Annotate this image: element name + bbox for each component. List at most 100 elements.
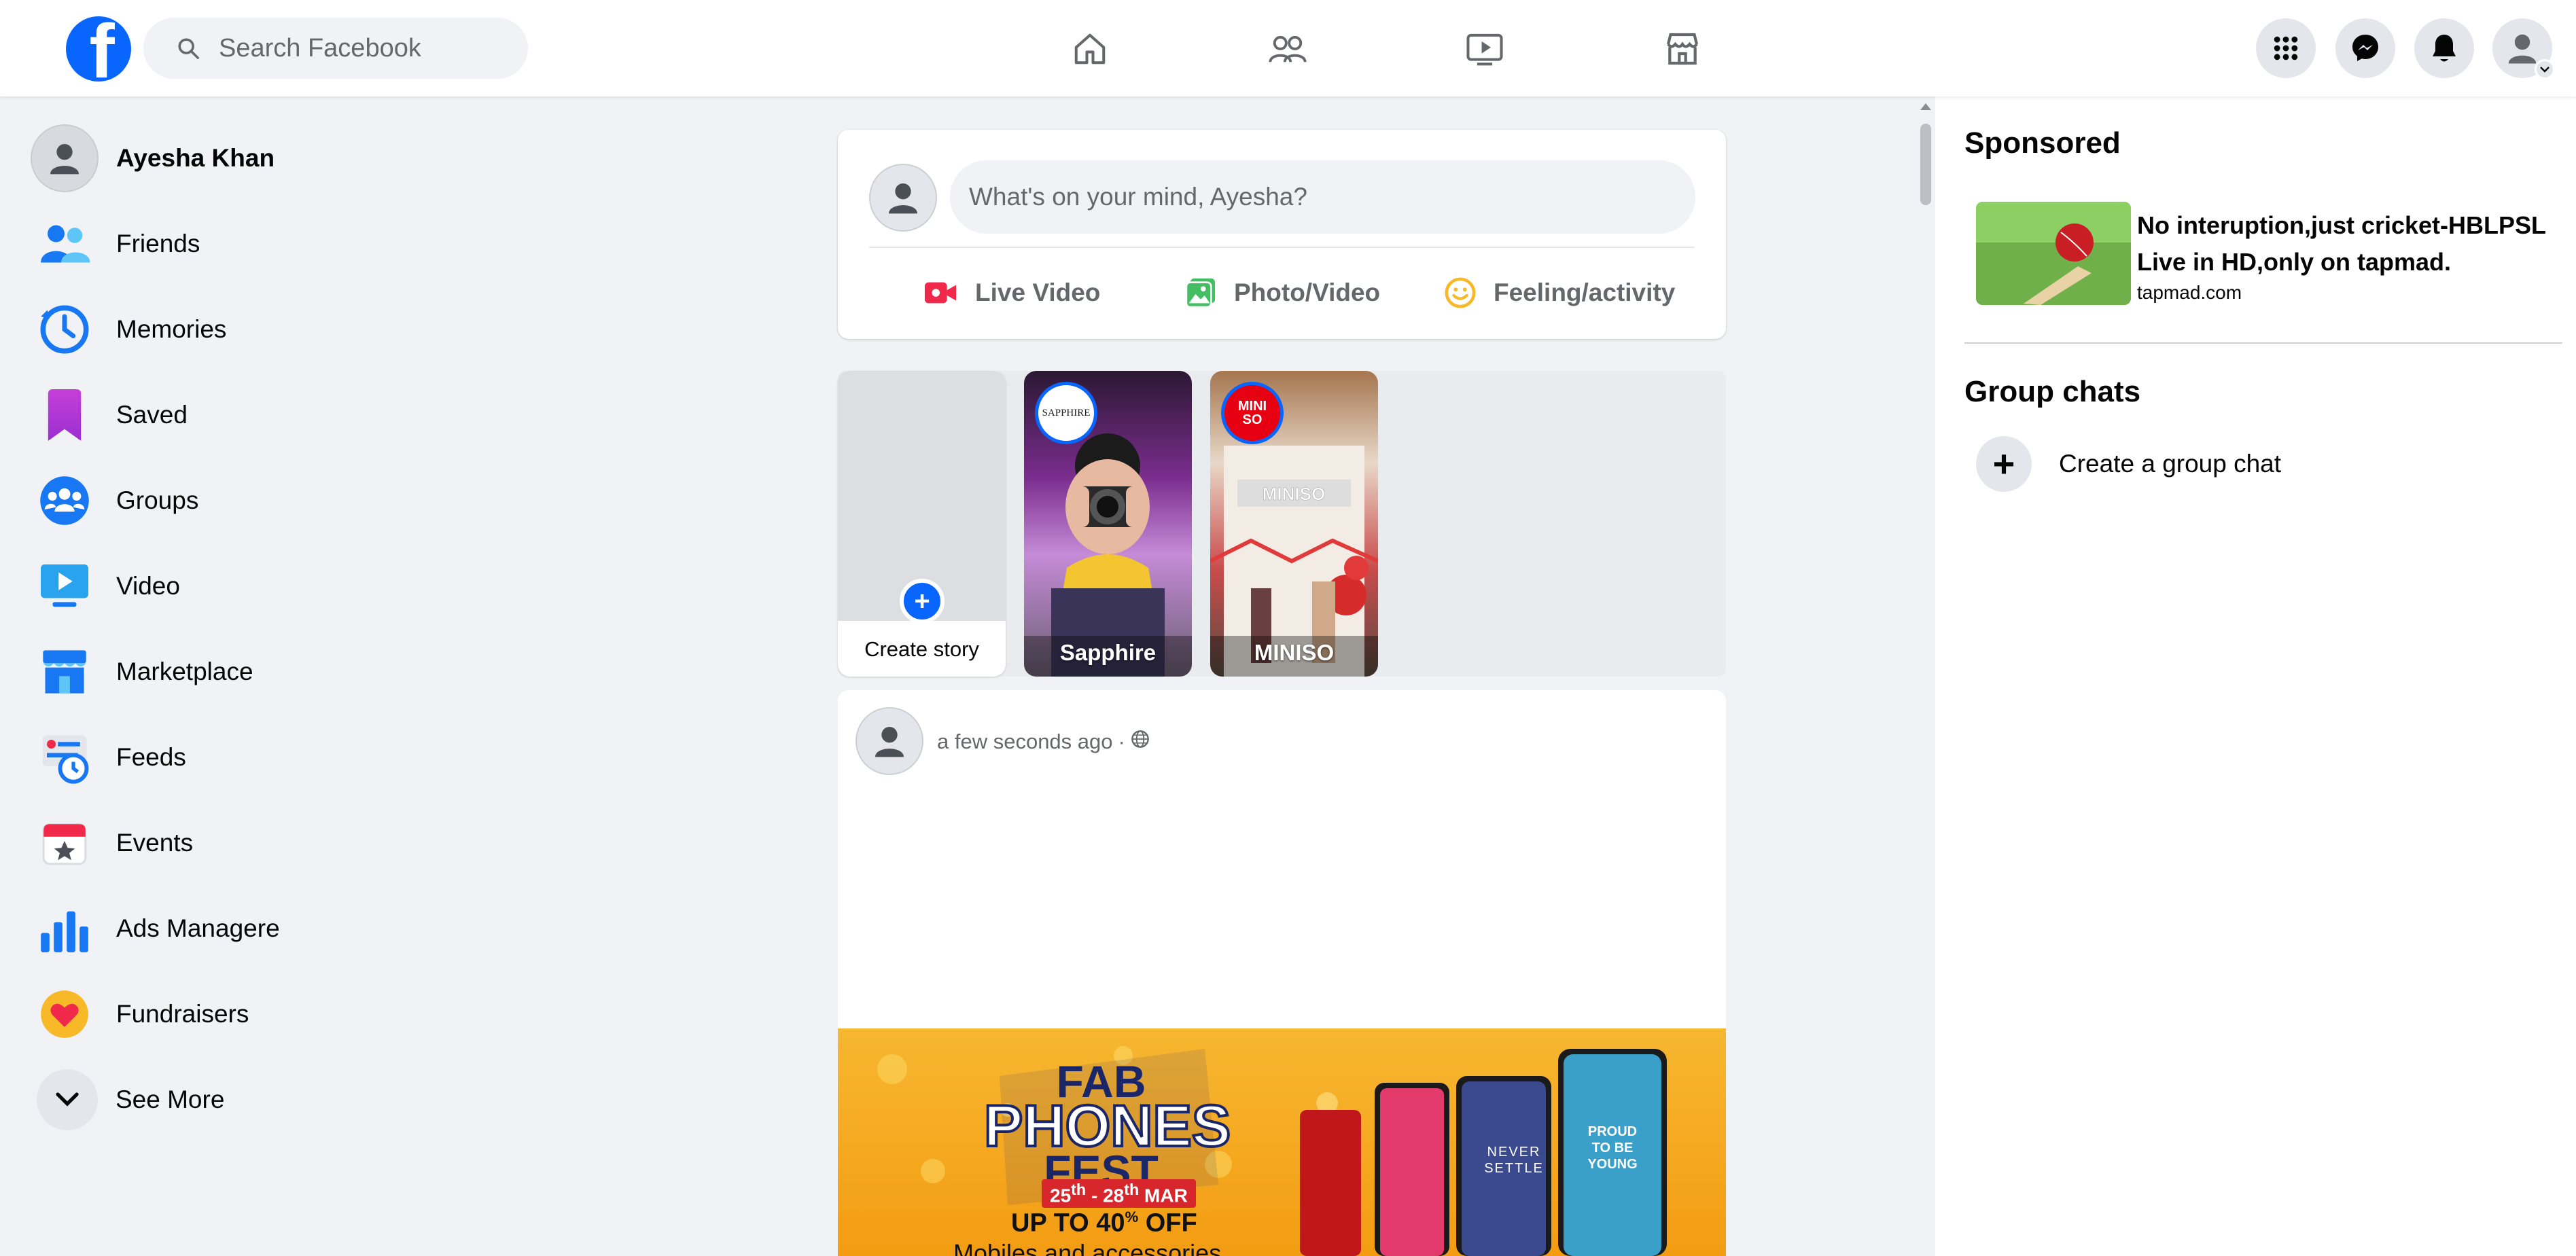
sidebar-item-label: Video	[116, 572, 180, 600]
sponsored-ad[interactable]: No interuption,just cricket-HBLPSL Live …	[1976, 202, 2560, 307]
sidebar-item-label: Memories	[116, 315, 227, 343]
photo-icon	[1185, 277, 1216, 308]
offer-suffix: OFF	[1138, 1208, 1197, 1238]
scrollbar-thumb[interactable]	[1920, 124, 1931, 205]
sidebar-item-memories[interactable]: Memories	[24, 287, 405, 372]
sapphire-logo-text: SAPPHIRE	[1042, 407, 1091, 418]
feed-scrollbar[interactable]	[1916, 96, 1935, 1256]
group-chats-title: Group chats	[1964, 375, 2141, 408]
sidebar-item-label: Events	[116, 829, 194, 857]
post-composer: What's on your mind, Ayesha? Live Video …	[838, 130, 1726, 339]
stories-tray: + Create story SAPPHIRE Sapphire MINISO	[838, 371, 1726, 677]
feeling-smiley-icon	[1445, 277, 1476, 308]
search-icon	[174, 34, 202, 62]
sidebar-item-events[interactable]: Events	[24, 800, 405, 886]
story-name: Sapphire	[1059, 640, 1157, 665]
chevron-down-icon	[37, 1069, 98, 1130]
banner-dates: 25th - 28th MAR	[1042, 1179, 1196, 1208]
account-icon[interactable]	[2492, 18, 2555, 79]
ads-chart-icon	[31, 895, 99, 963]
home-icon[interactable]	[1063, 24, 1117, 73]
create-story-card[interactable]: + Create story	[838, 371, 1006, 677]
see-more-label: See More	[116, 1085, 225, 1113]
date-start: 25	[1050, 1185, 1072, 1206]
messenger-icon[interactable]	[2335, 18, 2395, 78]
friends-icon[interactable]	[1260, 24, 1315, 73]
phone-text-proud-young: PROUD TO BE YOUNG	[1587, 1124, 1638, 1172]
globe-icon[interactable]	[1131, 730, 1150, 754]
banner-subtext: Mobiles and accessories	[953, 1239, 1222, 1256]
sidebar-item-label: Feeds	[116, 743, 186, 771]
create-story-plus-icon: +	[900, 579, 945, 624]
composer-divider	[869, 247, 1695, 248]
notifications-bell-icon[interactable]	[2414, 18, 2474, 78]
composer-avatar[interactable]	[869, 164, 937, 232]
sidebar-item-marketplace[interactable]: Marketplace	[24, 629, 405, 715]
create-group-chat-label: Create a group chat	[2059, 450, 2282, 478]
composer-input[interactable]: What's on your mind, Ayesha?	[950, 160, 1695, 234]
top-navigation-bar: f Search Facebook	[0, 0, 2576, 96]
photo-video-label: Photo/Video	[1234, 279, 1381, 306]
search-bar[interactable]: Search Facebook	[143, 18, 528, 79]
banner-offer: UP TO 40% OFF	[1011, 1208, 1197, 1238]
post-image-banner[interactable]: FAB PHONES FEST 25th - 28th MAR UP TO 40…	[838, 1028, 1726, 1256]
feeds-icon	[31, 723, 99, 791]
story-card-miniso[interactable]: MINISO MINI SO MINISO	[1210, 371, 1378, 677]
feed-post: a few seconds ago · FAB PHONES FEST 25th…	[838, 690, 1726, 1256]
sidebar-item-label: Ads Managere	[116, 914, 280, 942]
sidebar-item-saved[interactable]: Saved	[24, 372, 405, 458]
bookmark-icon	[31, 381, 99, 449]
fab-phones-fest-logo: FAB PHONES FEST	[983, 1059, 1232, 1194]
post-meta: a few seconds ago ·	[937, 730, 1150, 754]
sidebar-item-groups[interactable]: Groups	[24, 458, 405, 543]
menu-grid-icon[interactable]	[2256, 18, 2316, 78]
sidebar-item-video[interactable]: Video	[24, 543, 405, 629]
marketplace-icon	[31, 638, 99, 706]
create-group-chat-button[interactable]: + Create a group chat	[1976, 436, 2281, 492]
live-video-icon	[923, 279, 957, 306]
miniso-logo-badge: MINI SO	[1221, 382, 1284, 444]
memories-clock-icon	[31, 295, 99, 363]
story-card-sapphire[interactable]: SAPPHIRE Sapphire	[1024, 371, 1192, 677]
ad-thumbnail	[1976, 202, 2131, 305]
see-more-button[interactable]: See More	[24, 1057, 405, 1143]
date-end: - 28	[1086, 1185, 1125, 1206]
left-sidebar: Ayesha Khan Friends Memories Saved Group…	[24, 115, 405, 1143]
date-month: MAR	[1139, 1185, 1188, 1206]
search-placeholder: Search Facebook	[219, 33, 421, 62]
create-story-label: Create story	[864, 637, 979, 661]
photo-video-button[interactable]: Photo/Video	[1185, 259, 1380, 327]
sidebar-item-label: Saved	[116, 401, 188, 429]
live-video-label: Live Video	[975, 279, 1101, 306]
sidebar-item-ads-manager[interactable]: Ads Managere	[24, 886, 405, 971]
sidebar-item-profile[interactable]: Ayesha Khan	[24, 115, 405, 201]
cricket-ball-bat-image	[1976, 202, 2131, 305]
story-name: MINISO	[1254, 640, 1335, 665]
offer-amount: UP TO 40	[1011, 1208, 1125, 1238]
video-icon	[31, 552, 99, 620]
plus-icon: +	[1976, 436, 2032, 492]
marketplace-icon[interactable]	[1655, 24, 1710, 73]
svg-text:MINISO: MINISO	[1263, 484, 1325, 504]
sidebar-item-feeds[interactable]: Feeds	[24, 715, 405, 800]
live-video-button[interactable]: Live Video	[923, 259, 1100, 327]
sidebar-item-fundraisers[interactable]: Fundraisers	[24, 971, 405, 1057]
ad-title: No interuption,just cricket-HBLPSL Live …	[2137, 211, 2546, 276]
ad-url: tapmad.com	[2137, 282, 2242, 303]
scroll-up-arrow-icon[interactable]	[1920, 103, 1931, 110]
feeling-activity-button[interactable]: Feeling/activity	[1445, 259, 1675, 327]
user-name: Ayesha Khan	[116, 144, 275, 172]
miniso-logo-text: MINI SO	[1237, 399, 1267, 427]
sidebar-item-friends[interactable]: Friends	[24, 201, 405, 287]
date-start-suffix: th	[1071, 1181, 1087, 1198]
post-timestamp[interactable]: a few seconds ago	[937, 730, 1113, 754]
events-calendar-icon	[31, 809, 99, 877]
meta-separator: ·	[1118, 730, 1125, 753]
sidebar-item-label: Friends	[116, 230, 200, 257]
right-sidebar: Sponsored No interuption,just cricket-HB…	[1935, 96, 2576, 1256]
post-author-avatar[interactable]	[855, 707, 923, 775]
watch-icon[interactable]	[1458, 24, 1512, 73]
facebook-logo[interactable]: f	[66, 16, 131, 82]
chevron-down-icon	[2535, 59, 2555, 79]
feeling-activity-label: Feeling/activity	[1494, 279, 1676, 306]
